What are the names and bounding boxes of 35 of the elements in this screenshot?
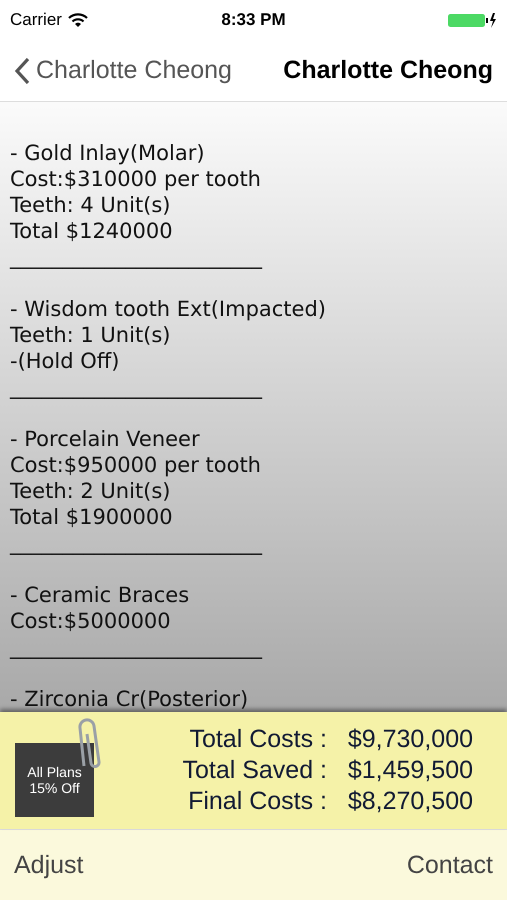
separator-line: ________________________ <box>10 634 264 660</box>
carrier-label: Carrier <box>10 10 62 30</box>
clock-time: 8:33 PM <box>221 10 286 30</box>
treatment-text: - Ceramic Braces <box>10 582 190 608</box>
separator-line: ________________________ <box>10 244 264 270</box>
contact-button[interactable]: Contact <box>406 850 493 880</box>
battery-charging-icon <box>447 12 497 28</box>
chevron-left-icon <box>14 56 30 84</box>
adjust-button[interactable]: Adjust <box>14 850 84 880</box>
wifi-icon <box>68 12 88 28</box>
treatment-text: - Zirconia Cr(Posterior) <box>10 686 250 712</box>
separator-line: ________________________ <box>10 374 264 400</box>
treatment-text: Total $1240000 <box>10 218 174 244</box>
treatment-text: Cost:$310000 per tooth <box>10 166 262 192</box>
treatment-text: -(Hold Off) <box>10 348 120 374</box>
total-label: Total Saved : <box>182 756 327 785</box>
treatment-text: - Porcelain Veneer <box>10 426 201 452</box>
separator-line: ________________________ <box>10 530 264 556</box>
treatment-text: Teeth: 4 Unit(s) <box>10 192 172 218</box>
badge-text: 15% Off <box>29 780 80 796</box>
total-value: $8,270,500 <box>346 787 473 816</box>
treatment-text: - Gold Inlay(Molar) <box>10 140 206 166</box>
treatment-text: Teeth: 1 Unit(s) <box>10 322 172 348</box>
treatment-text: Cost:$950000 per tooth <box>10 452 262 478</box>
total-label: Total Costs : <box>189 725 327 754</box>
total-value: $1,459,500 <box>346 756 473 785</box>
treatment-text: Cost:$5000000 <box>10 608 172 634</box>
treatment-text: Total $1900000 <box>10 504 174 530</box>
total-label: Final Costs : <box>188 787 327 816</box>
treatment-text: - Wisdom tooth Ext(Impacted) <box>10 296 327 322</box>
back-button[interactable]: Charlotte Cheong <box>14 56 232 85</box>
badge-text: All Plans <box>27 764 82 780</box>
treatment-text: Teeth: 2 Unit(s) <box>10 478 172 504</box>
nav-title: Charlotte Cheong <box>283 56 493 85</box>
total-value: $9,730,000 <box>346 725 473 754</box>
